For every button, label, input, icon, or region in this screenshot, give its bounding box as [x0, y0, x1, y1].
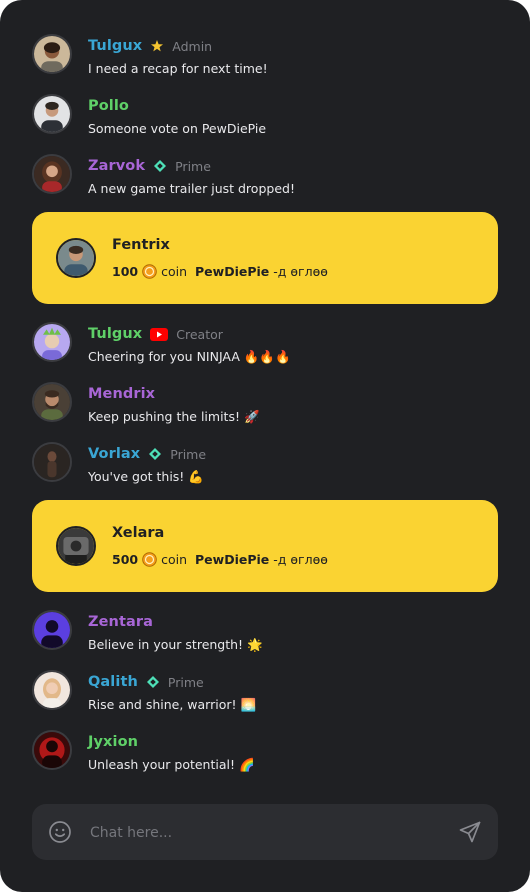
message-text: Believe in your strength! 🌟: [88, 637, 263, 652]
message-text: Cheering for you NINJAA 🔥🔥🔥: [88, 349, 291, 364]
name-row: Tulgux Creator: [88, 323, 223, 345]
avatar[interactable]: [32, 730, 72, 770]
chat-input[interactable]: [88, 818, 442, 848]
coin-icon: [142, 552, 157, 567]
smiley-icon[interactable]: [48, 820, 72, 844]
avatar[interactable]: [32, 322, 72, 362]
avatar[interactable]: [32, 94, 72, 134]
username[interactable]: Mendrix: [88, 386, 155, 402]
message-text: I need a recap for next time!: [88, 61, 268, 76]
username[interactable]: Tulgux: [88, 326, 142, 342]
diamond-icon: [148, 447, 162, 461]
channel-name: PewDiePie: [195, 552, 270, 567]
channel-name: PewDiePie: [195, 264, 270, 279]
role-label: Prime: [170, 446, 207, 462]
message-text: Someone vote on PewDiePie: [88, 121, 267, 136]
name-row: Mendrix: [88, 383, 155, 405]
chat-message: Vorlax Prime You've got this! 💪: [32, 442, 498, 502]
donor-name[interactable]: Xelara: [112, 525, 164, 541]
chat-message: Mendrix Keep pushing the limits! 🚀: [32, 382, 498, 442]
role-label: Creator: [176, 326, 223, 342]
name-row: Tulgux Admin: [88, 35, 212, 57]
username[interactable]: Vorlax: [88, 446, 140, 462]
donation-card: Xelara 500 coin PewDiePie -д өглөө: [32, 500, 498, 592]
chat-message: Zentara Believe in your strength! 🌟: [32, 610, 498, 670]
message-text: Rise and shine, warrior! 🌅: [88, 697, 257, 712]
username[interactable]: Zarvok: [88, 158, 145, 174]
donation-suffix: -д өглөө: [273, 264, 328, 279]
donation-suffix: -д өглөө: [273, 552, 328, 567]
chat-message: Tulgux Creator Cheering for you NINJAA 🔥…: [32, 322, 498, 382]
avatar[interactable]: [56, 526, 96, 566]
username[interactable]: Zentara: [88, 614, 153, 630]
name-row: Vorlax Prime: [88, 443, 206, 465]
name-row: Pollo: [88, 95, 129, 117]
username[interactable]: Tulgux: [88, 38, 142, 54]
donation-line: 500 coin PewDiePie -д өглөө: [112, 552, 328, 567]
coin-icon: [142, 264, 157, 279]
avatar[interactable]: [32, 154, 72, 194]
chat-input-bar: [32, 804, 498, 860]
send-icon[interactable]: [458, 820, 482, 844]
name-row: Jyxion: [88, 731, 138, 753]
name-row: Zarvok Prime: [88, 155, 211, 177]
donation-amount: 500: [112, 552, 139, 567]
message-text: You've got this! 💪: [88, 469, 204, 484]
name-row: Zentara: [88, 611, 153, 633]
coin-label: coin: [161, 552, 188, 567]
name-row: Qalith Prime: [88, 671, 204, 693]
avatar[interactable]: [32, 34, 72, 74]
donation-card: Fentrix 100 coin PewDiePie -д өглөө: [32, 212, 498, 304]
chat-message: Pollo Someone vote on PewDiePie: [32, 94, 498, 154]
avatar[interactable]: [32, 670, 72, 710]
avatar[interactable]: [32, 442, 72, 482]
username[interactable]: Qalith: [88, 674, 138, 690]
chat-message: Zarvok Prime A new game trailer just dro…: [32, 154, 498, 214]
username[interactable]: Pollo: [88, 98, 129, 114]
donation-line: 100 coin PewDiePie -д өглөө: [112, 264, 328, 279]
chat-message: Jyxion Unleash your potential! 🌈: [32, 730, 498, 790]
diamond-icon: [146, 675, 160, 689]
message-text: A new game trailer just dropped!: [88, 181, 295, 196]
message-text: Unleash your potential! 🌈: [88, 757, 255, 772]
username[interactable]: Jyxion: [88, 734, 138, 750]
role-label: Prime: [167, 674, 204, 690]
message-text: Keep pushing the limits! 🚀: [88, 409, 260, 424]
donor-name[interactable]: Fentrix: [112, 237, 170, 253]
star-icon: [150, 39, 164, 53]
donation-amount: 100: [112, 264, 139, 279]
avatar[interactable]: [56, 238, 96, 278]
role-label: Admin: [172, 38, 213, 54]
chat-panel: Tulgux Admin I need a recap for next tim…: [0, 0, 530, 892]
avatar[interactable]: [32, 382, 72, 422]
role-label: Prime: [175, 158, 211, 174]
avatar[interactable]: [32, 610, 72, 650]
chat-message: Qalith Prime Rise and shine, warrior! 🌅: [32, 670, 498, 730]
diamond-icon: [153, 159, 167, 173]
youtube-icon: [150, 327, 169, 341]
coin-label: coin: [161, 264, 188, 279]
chat-message: Tulgux Admin I need a recap for next tim…: [32, 34, 498, 94]
